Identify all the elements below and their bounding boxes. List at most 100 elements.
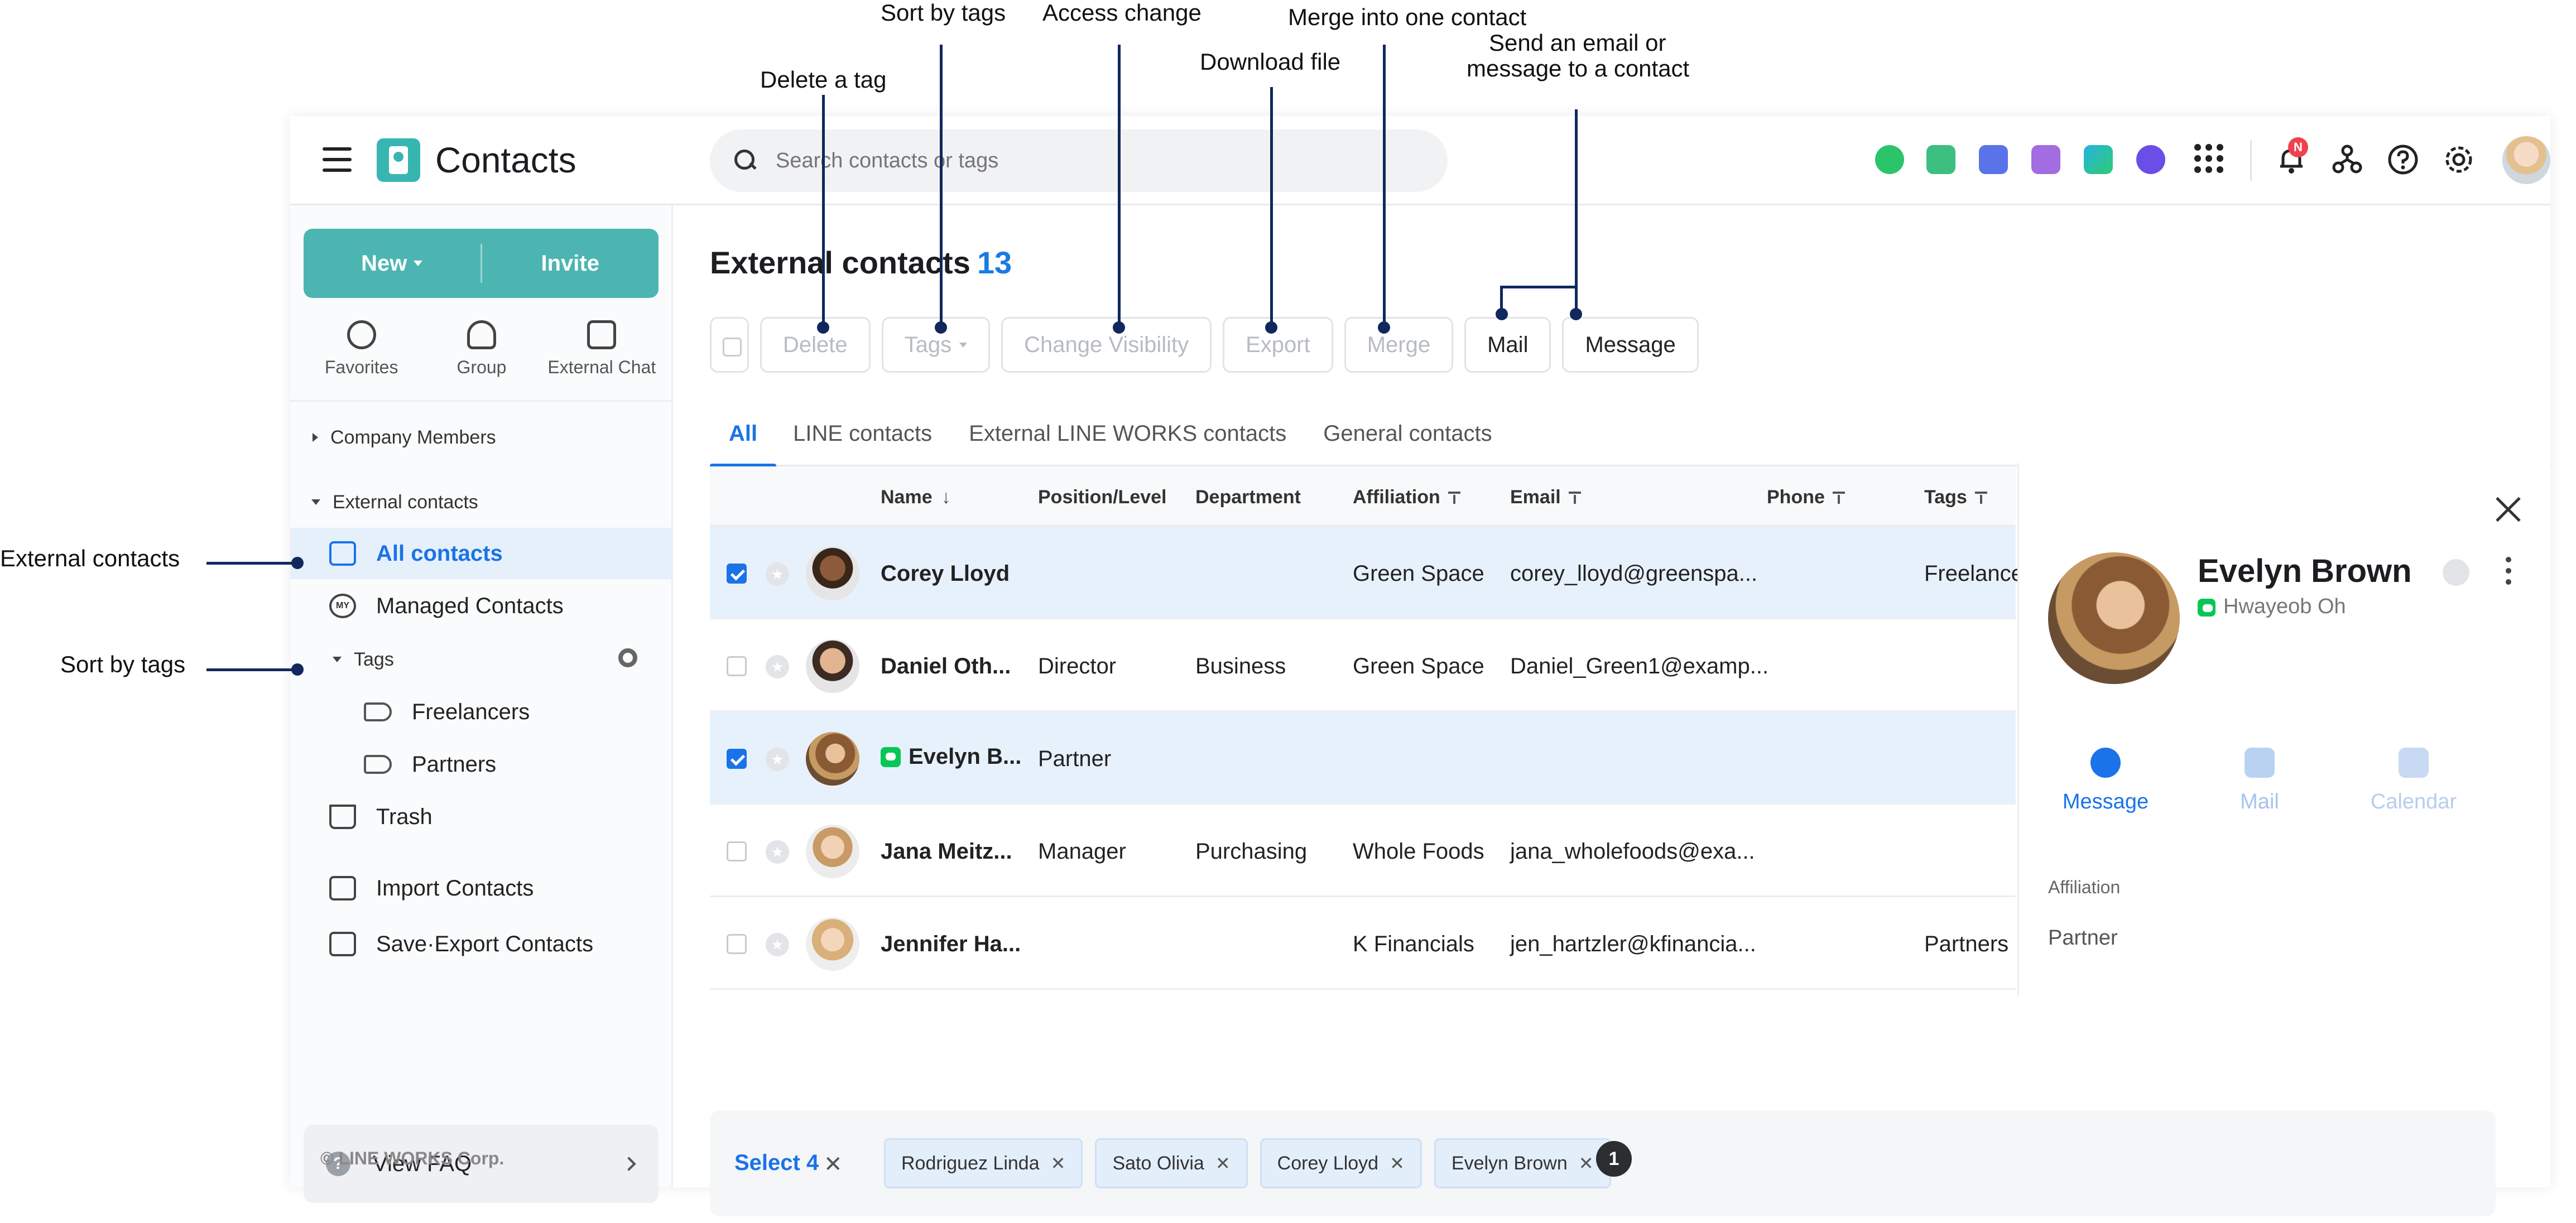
row-checkbox[interactable] — [727, 934, 747, 954]
remove-chip-icon[interactable]: ✕ — [1579, 1153, 1594, 1174]
contact-avatar — [806, 547, 859, 600]
calendar-app-icon[interactable] — [1979, 145, 2008, 174]
search-bar[interactable] — [710, 129, 1448, 192]
mail-action-button[interactable]: Mail — [2195, 748, 2324, 814]
selected-contact-chip[interactable]: Evelyn Brown ✕ — [1434, 1138, 1611, 1188]
organization-icon[interactable] — [2330, 143, 2364, 176]
header-divider — [2250, 141, 2252, 181]
app-launcher-icon[interactable] — [2194, 144, 2223, 173]
tab-external-line-works-contacts[interactable]: External LINE WORKS contacts — [969, 401, 1286, 466]
row-checkbox[interactable] — [727, 656, 747, 676]
column-header-affiliation[interactable]: Affiliation — [1353, 487, 1460, 508]
sidebar-item-tag-partners[interactable]: Partners — [290, 739, 673, 790]
sidebar-item-label: All contacts — [376, 541, 503, 566]
tree-company-members[interactable]: Company Members — [290, 414, 673, 461]
column-header-name[interactable]: Name ↓ — [881, 487, 951, 508]
notification-badge: N — [2288, 137, 2308, 157]
delete-button[interactable]: Delete — [760, 317, 871, 373]
favorite-star-icon[interactable]: ★ — [766, 748, 789, 771]
column-header-phone[interactable]: Phone — [1767, 487, 1845, 508]
close-icon[interactable] — [2496, 497, 2521, 522]
cell-department: Business — [1195, 654, 1286, 678]
tree-label: External contacts — [333, 491, 478, 513]
annotation-dot — [291, 663, 304, 676]
mail-app-icon[interactable] — [1926, 145, 1955, 174]
annotation-sort-by-tags: Sort by tags — [881, 0, 1006, 26]
row-checkbox[interactable] — [727, 841, 747, 861]
task-app-icon[interactable] — [2136, 145, 2165, 174]
favorite-star-icon[interactable] — [2443, 559, 2469, 586]
line-app-icon — [2198, 599, 2215, 617]
favorite-star-icon[interactable]: ★ — [766, 655, 789, 678]
page-number-button[interactable]: 1 — [1596, 1141, 1632, 1177]
sidebar-item-save-export-contacts[interactable]: Save·Export Contacts — [290, 918, 673, 970]
table-row[interactable]: ★ Corey Lloyd Green Space corey_lloyd@gr… — [710, 527, 2024, 619]
chevron-down-icon — [959, 342, 968, 348]
remove-chip-icon[interactable]: ✕ — [1215, 1153, 1231, 1174]
tree-tags[interactable]: Tags — [290, 634, 673, 685]
clear-selection-icon[interactable]: ✕ — [824, 1152, 843, 1177]
row-checkbox[interactable] — [727, 749, 747, 769]
invite-button[interactable]: Invite — [482, 229, 659, 298]
cell-email: corey_lloyd@greenspa... — [1510, 561, 1758, 586]
hamburger-menu-icon[interactable] — [323, 147, 352, 172]
sidebar-item-label: Save·Export Contacts — [376, 931, 594, 956]
sidebar-item-import-contacts[interactable]: Import Contacts — [290, 863, 673, 914]
table-row[interactable]: ★ Daniel Oth... Director Business Green … — [710, 619, 2016, 712]
tree-external-contacts[interactable]: External contacts — [290, 479, 673, 526]
favorite-star-icon[interactable]: ★ — [766, 840, 789, 864]
selected-contact-chip[interactable]: Corey Lloyd ✕ — [1260, 1138, 1422, 1188]
action-toolbar: Delete Tags Change Visibility Export Mer… — [710, 317, 1710, 373]
sidebar-item-all-contacts[interactable]: All contacts — [290, 528, 673, 579]
cell-affiliation: Green Space — [1353, 561, 1484, 586]
column-header-email[interactable]: Email — [1510, 487, 1581, 508]
drive-app-icon[interactable] — [2084, 145, 2113, 174]
mail-button[interactable]: Mail — [1464, 317, 1551, 373]
sidebar-item-trash[interactable]: Trash — [290, 791, 673, 842]
annotation-line — [1270, 87, 1273, 328]
help-icon[interactable] — [2386, 143, 2420, 176]
annotation-dot — [1265, 321, 1277, 334]
table-row[interactable]: ★ Jana Meitz... Manager Purchasing Whole… — [710, 805, 2016, 897]
message-action-button[interactable]: Message — [2041, 748, 2170, 814]
settings-gear-icon[interactable] — [2442, 143, 2476, 176]
sidebar-item-tag-freelancers[interactable]: Freelancers — [290, 686, 673, 738]
annotation-line — [206, 562, 296, 565]
chevron-right-icon — [622, 1157, 636, 1171]
tab-line-contacts[interactable]: LINE contacts — [793, 401, 932, 466]
remove-chip-icon[interactable]: ✕ — [1390, 1153, 1405, 1174]
sidebar-item-managed-contacts[interactable]: MY Managed Contacts — [290, 580, 673, 632]
export-button[interactable]: Export — [1223, 317, 1333, 373]
selected-contact-chip[interactable]: Rodriguez Linda ✕ — [884, 1138, 1083, 1188]
cell-department: Purchasing — [1195, 839, 1308, 864]
note-app-icon[interactable] — [2031, 145, 2060, 174]
favorite-star-icon[interactable]: ★ — [766, 562, 789, 586]
row-checkbox[interactable] — [727, 564, 747, 584]
shortcut-external-chat[interactable]: External Chat — [546, 312, 657, 400]
selection-count[interactable]: Select 4 — [734, 1150, 819, 1176]
merge-button[interactable]: Merge — [1344, 317, 1454, 373]
remove-chip-icon[interactable]: ✕ — [1051, 1153, 1066, 1174]
table-row[interactable]: ★ Jennifer Ha... K Financials jen_hartzl… — [710, 897, 2016, 990]
new-button[interactable]: New — [304, 244, 482, 283]
calendar-action-button[interactable]: Calendar — [2349, 748, 2478, 814]
column-header-tags[interactable]: Tags — [1924, 487, 1987, 508]
favorite-star-icon[interactable]: ★ — [766, 933, 789, 956]
new-invite-button-group: New Invite — [304, 229, 659, 298]
select-all-checkbox[interactable] — [710, 317, 749, 373]
user-avatar[interactable] — [2502, 136, 2550, 184]
tag-settings-gear-icon[interactable] — [618, 648, 637, 667]
tab-general-contacts[interactable]: General contacts — [1323, 401, 1492, 466]
more-options-icon[interactable] — [2506, 557, 2511, 590]
search-input[interactable] — [776, 146, 1417, 175]
message-button[interactable]: Message — [1562, 317, 1699, 373]
selected-contact-chip[interactable]: Sato Olivia ✕ — [1095, 1138, 1248, 1188]
annotation-delete-tag: Delete a tag — [760, 66, 887, 93]
tab-all[interactable]: All — [710, 401, 777, 468]
change-visibility-button[interactable]: Change Visibility — [1001, 317, 1212, 373]
contacts-logo-icon — [377, 138, 420, 182]
shortcut-favorites[interactable]: Favorites — [306, 312, 417, 400]
table-row[interactable]: ★ Evelyn B... Partner — [710, 712, 2016, 805]
talk-app-icon[interactable] — [1875, 145, 1904, 174]
shortcut-group[interactable]: Group — [426, 312, 537, 400]
